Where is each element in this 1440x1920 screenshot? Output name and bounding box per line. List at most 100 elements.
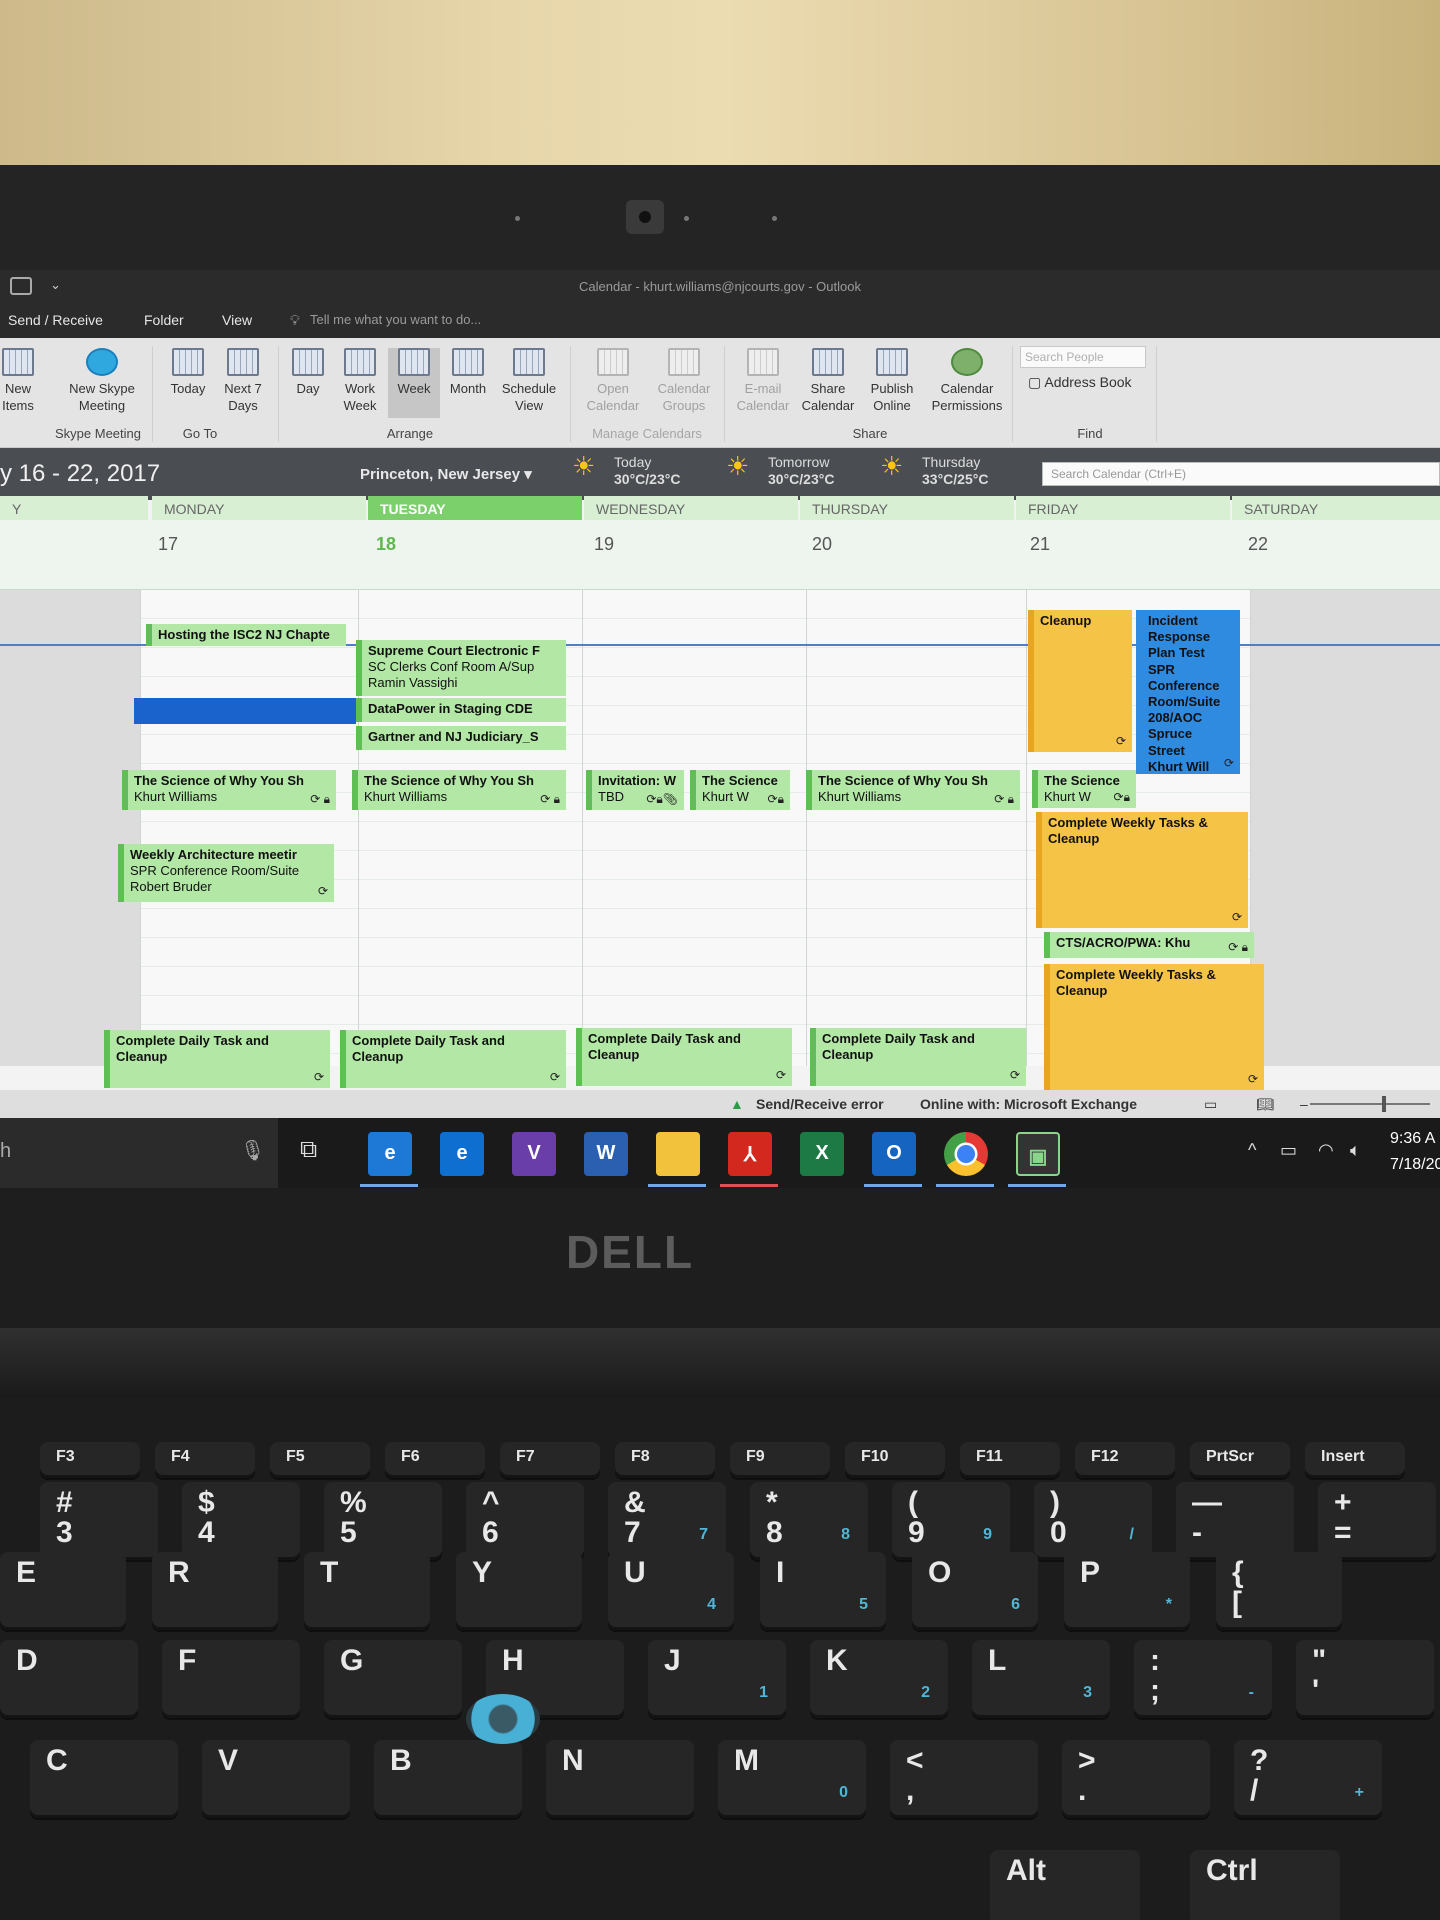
event-daily-task-tuesday[interactable]: Complete Daily Task and Cleanup ⟳ bbox=[340, 1030, 566, 1088]
weather-location-dropdown[interactable]: Princeton, New Jersey ▾ bbox=[360, 465, 532, 483]
key-bottom-5[interactable]: < , bbox=[890, 1740, 1038, 1818]
key-num-6[interactable]: ( 9 9 bbox=[892, 1482, 1010, 1560]
chrome-icon[interactable] bbox=[944, 1132, 988, 1176]
key-bottom-4[interactable]: M0 bbox=[718, 1740, 866, 1818]
key-fn-1[interactable]: F4 bbox=[155, 1442, 255, 1478]
day-header-thursday[interactable]: THURSDAY bbox=[800, 496, 1014, 520]
key-num-8[interactable]: — - bbox=[1176, 1482, 1294, 1560]
task-view-icon[interactable]: ⧉ bbox=[300, 1136, 317, 1164]
key-fn-6[interactable]: F9 bbox=[730, 1442, 830, 1478]
key-home-8[interactable]: " ' bbox=[1296, 1640, 1434, 1718]
key-fn-2[interactable]: F5 bbox=[270, 1442, 370, 1478]
wifi-icon[interactable]: ◠ bbox=[1318, 1140, 1334, 1161]
month-view-button[interactable]: Month bbox=[442, 348, 494, 397]
key-num-5[interactable]: * 8 8 bbox=[750, 1482, 868, 1560]
email-calendar-button[interactable]: E-mail Calendar bbox=[730, 348, 796, 414]
zoom-slider-knob[interactable] bbox=[1382, 1096, 1386, 1112]
event-incident-response[interactable]: Incident Response Plan Test SPR Conferen… bbox=[1136, 610, 1240, 774]
outlook-icon[interactable]: O bbox=[872, 1132, 916, 1176]
key-bottom-6[interactable]: > . bbox=[1062, 1740, 1210, 1818]
day-header-tuesday[interactable]: TUESDAY bbox=[368, 496, 582, 520]
menu-view[interactable]: View bbox=[222, 312, 252, 328]
edge-icon[interactable]: e bbox=[440, 1132, 484, 1176]
key-top-0[interactable]: E bbox=[0, 1552, 126, 1630]
battery-icon[interactable]: ▭ bbox=[1280, 1140, 1297, 1161]
visual-studio-icon[interactable]: V bbox=[512, 1132, 556, 1176]
calendar-permissions-button[interactable]: Calendar Permissions bbox=[924, 348, 1010, 414]
microphone-icon[interactable]: 🎙︎ bbox=[240, 1138, 265, 1163]
key-top-4[interactable]: U4 bbox=[608, 1552, 734, 1630]
volume-icon[interactable]: 🔈︎ bbox=[1350, 1140, 1361, 1161]
event-science-thursday[interactable]: The Science of Why You Sh Khurt Williams ⟳… bbox=[806, 770, 1020, 810]
key-home-6[interactable]: L3 bbox=[972, 1640, 1110, 1718]
event-cts-acro-pwa[interactable]: CTS/ACRO/PWA: Khu ⟳ 🔒︎ bbox=[1044, 932, 1254, 958]
day-header-monday[interactable]: MONDAY bbox=[152, 496, 366, 520]
key-top-8[interactable]: { [ bbox=[1216, 1552, 1342, 1630]
acrobat-icon[interactable]: ⅄ bbox=[728, 1132, 772, 1176]
event-supreme-court[interactable]: Supreme Court Electronic F SC Clerks Conf… bbox=[356, 640, 566, 696]
word-icon[interactable]: W bbox=[584, 1132, 628, 1176]
key-mod-1[interactable]: Ctrl bbox=[1190, 1850, 1340, 1920]
key-fn-3[interactable]: F6 bbox=[385, 1442, 485, 1478]
taskbar-search-box[interactable]: h 🎙︎ bbox=[0, 1118, 278, 1188]
key-home-5[interactable]: K2 bbox=[810, 1640, 948, 1718]
key-bottom-0[interactable]: C bbox=[30, 1740, 178, 1818]
file-explorer-icon[interactable] bbox=[656, 1132, 700, 1176]
search-calendar-input[interactable]: Search Calendar (Ctrl+E) bbox=[1042, 462, 1440, 486]
key-home-7[interactable]: : ; - bbox=[1134, 1640, 1272, 1718]
search-people-input[interactable]: Search People bbox=[1020, 346, 1146, 368]
today-button[interactable]: Today bbox=[158, 348, 218, 397]
key-fn-0[interactable]: F3 bbox=[40, 1442, 140, 1478]
zoom-slider-track[interactable] bbox=[1310, 1103, 1430, 1105]
key-top-2[interactable]: T bbox=[304, 1552, 430, 1630]
key-bottom-2[interactable]: B bbox=[374, 1740, 522, 1818]
event-science-friday[interactable]: The Science Khurt W ⟳🔒︎ bbox=[1032, 770, 1136, 808]
menu-send-receive[interactable]: Send / Receive bbox=[8, 312, 103, 328]
event-science-wednesday[interactable]: The Science Khurt W ⟳🔒︎ bbox=[690, 770, 790, 810]
event-weekly-tasks-2[interactable]: Complete Weekly Tasks & Cleanup ⟳ bbox=[1044, 964, 1264, 1090]
terminal-icon[interactable]: ▣ bbox=[1016, 1132, 1060, 1176]
schedule-view-button[interactable]: Schedule View bbox=[496, 348, 562, 414]
day-header-saturday[interactable]: SATURDAY bbox=[1232, 496, 1440, 520]
key-fn-5[interactable]: F8 bbox=[615, 1442, 715, 1478]
key-top-1[interactable]: R bbox=[152, 1552, 278, 1630]
week-view-button[interactable]: Week bbox=[388, 348, 440, 418]
event-weekly-tasks-1[interactable]: Complete Weekly Tasks & Cleanup ⟳ bbox=[1036, 812, 1248, 928]
key-home-2[interactable]: G bbox=[324, 1640, 462, 1718]
new-skype-meeting-button[interactable]: New Skype Meeting bbox=[60, 348, 144, 414]
key-mod-0[interactable]: Alt bbox=[990, 1850, 1140, 1920]
key-num-4[interactable]: & 7 7 bbox=[608, 1482, 726, 1560]
event-invitation[interactable]: Invitation: W TBD ⟳🔒︎📎︎ bbox=[586, 770, 684, 810]
event-weekly-architecture[interactable]: Weekly Architecture meetir SPR Conference… bbox=[118, 844, 334, 902]
key-fn-9[interactable]: F12 bbox=[1075, 1442, 1175, 1478]
work-week-button[interactable]: Work Week bbox=[334, 348, 386, 414]
normal-view-icon[interactable]: ▭ bbox=[1204, 1096, 1217, 1113]
key-bottom-7[interactable]: ? / + bbox=[1234, 1740, 1382, 1818]
key-bottom-3[interactable]: N bbox=[546, 1740, 694, 1818]
next-7-days-button[interactable]: Next 7 Days bbox=[212, 348, 274, 414]
reading-view-icon[interactable]: 📖︎ bbox=[1256, 1096, 1274, 1113]
event-isc2[interactable]: Hosting the ISC2 NJ Chapte bbox=[146, 624, 346, 646]
key-fn-11[interactable]: Insert bbox=[1305, 1442, 1405, 1478]
key-top-5[interactable]: I5 bbox=[760, 1552, 886, 1630]
key-fn-7[interactable]: F10 bbox=[845, 1442, 945, 1478]
key-bottom-1[interactable]: V bbox=[202, 1740, 350, 1818]
day-header-friday[interactable]: FRIDAY bbox=[1016, 496, 1230, 520]
excel-icon[interactable]: X bbox=[800, 1132, 844, 1176]
key-home-1[interactable]: F bbox=[162, 1640, 300, 1718]
event-datapower[interactable]: DataPower in Staging CDE bbox=[356, 698, 566, 722]
key-num-2[interactable]: % 5 bbox=[324, 1482, 442, 1560]
key-num-7[interactable]: ) 0 / bbox=[1034, 1482, 1152, 1560]
internet-explorer-icon[interactable]: e bbox=[368, 1132, 412, 1176]
menu-folder[interactable]: Folder bbox=[144, 312, 184, 328]
event-daily-task-thursday[interactable]: Complete Daily Task and Cleanup ⟳ bbox=[810, 1028, 1026, 1086]
share-calendar-button[interactable]: Share Calendar bbox=[796, 348, 860, 414]
event-cleanup-friday[interactable]: Cleanup ⟳ bbox=[1028, 610, 1132, 752]
new-items-button[interactable]: New Items bbox=[0, 348, 46, 414]
key-home-4[interactable]: J1 bbox=[648, 1640, 786, 1718]
key-top-3[interactable]: Y bbox=[456, 1552, 582, 1630]
key-home-0[interactable]: D bbox=[0, 1640, 138, 1718]
key-fn-8[interactable]: F11 bbox=[960, 1442, 1060, 1478]
day-header-wednesday[interactable]: WEDNESDAY bbox=[584, 496, 798, 520]
send-receive-error[interactable]: Send/Receive error bbox=[756, 1096, 884, 1112]
